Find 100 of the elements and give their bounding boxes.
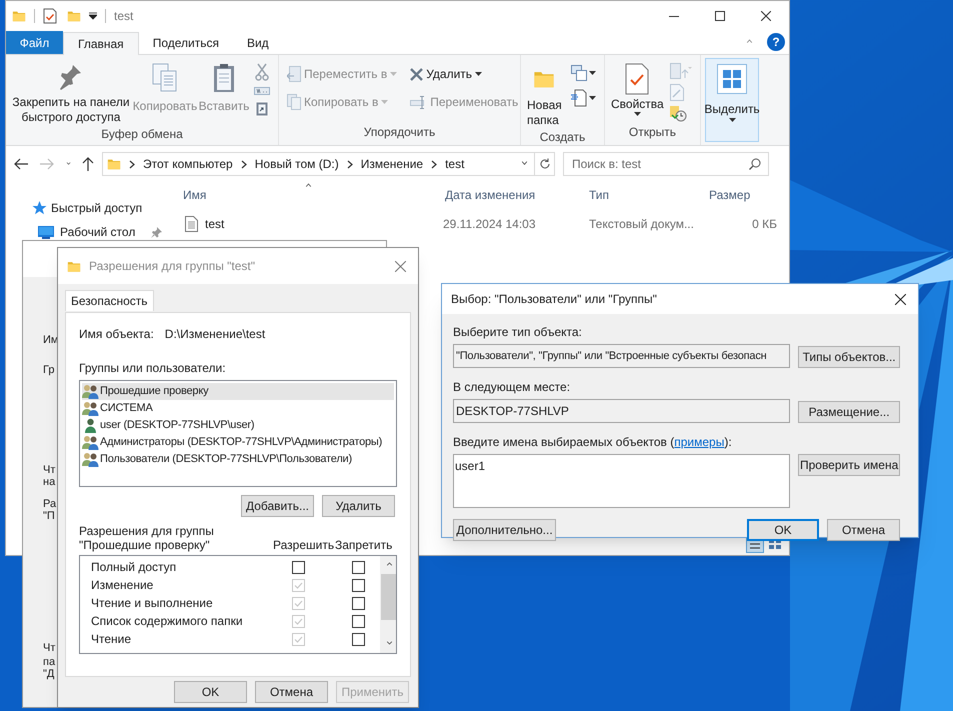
permissions-label: Разрешения для группы xyxy=(79,524,215,538)
search-field[interactable]: Поиск в: test xyxy=(563,152,769,176)
checkbox[interactable] xyxy=(352,596,364,610)
file-row[interactable]: test 29.11.2024 14:03 Текстовый докум... 0 КБ xyxy=(176,213,789,235)
history-icon[interactable] xyxy=(670,106,687,122)
select-button[interactable]: Выделить xyxy=(705,58,759,142)
easy-access-icon[interactable] xyxy=(571,89,587,107)
collapse-ribbon-icon xyxy=(744,39,753,45)
field-label: Выберите тип объекта: xyxy=(453,324,583,341)
label: "Д xyxy=(43,668,54,681)
cancel-button[interactable]: Отмена xyxy=(827,519,900,541)
permission-name: Изменение xyxy=(90,577,154,594)
new-folder-button[interactable]: Новая папка xyxy=(527,63,567,128)
list-item[interactable]: Пользователи (DESKTOP-77SHLVP\Пользователи) xyxy=(82,451,394,468)
principals-list[interactable]: Прошедшие проверку СИСТЕМА user (DESKTOP-77SHLVP\user) Администраторы (DESKTOP-77SHLVP\Администраторы) Пользователи (DESKTOP-77SHLVP\Пользователи) xyxy=(79,380,397,487)
checkbox[interactable] xyxy=(352,614,364,628)
list-label: Группы или пользователи: xyxy=(79,360,227,377)
paste-shortcut-icon[interactable] xyxy=(256,101,268,116)
dialog-title: Выбор: "Пользователи" или "Группы" xyxy=(451,291,657,308)
breadcrumb[interactable]: test xyxy=(445,155,464,173)
field-label: В следующем месте: xyxy=(453,379,572,396)
breadcrumb[interactable]: Этот компьютер xyxy=(143,155,233,173)
column-header[interactable]: Дата изменения xyxy=(438,180,582,210)
breadcrumb[interactable]: Изменение xyxy=(360,155,424,173)
column-header[interactable]: Тип xyxy=(582,180,702,210)
back-icon[interactable] xyxy=(14,158,28,170)
object-names-field[interactable]: user1 xyxy=(453,454,790,508)
list-item[interactable]: user (DESKTOP-77SHLVP\user) xyxy=(82,417,394,434)
advanced-button[interactable]: Дополнительно... xyxy=(453,519,556,541)
column-header[interactable]: Имя xyxy=(176,180,438,210)
checkbox[interactable] xyxy=(352,560,364,574)
new-item-icon[interactable] xyxy=(571,65,587,81)
up-icon[interactable] xyxy=(82,157,94,171)
caret-icon xyxy=(634,112,641,116)
nav-item[interactable]: Быстрый доступ xyxy=(32,200,142,216)
file-menu-button[interactable]: Файл xyxy=(6,31,63,54)
checkbox[interactable] xyxy=(352,632,364,646)
breadcrumb[interactable]: Новый том (D:) xyxy=(254,155,339,173)
ribbon-tab[interactable]: Главная xyxy=(63,32,139,55)
ribbon-tab[interactable]: Поделиться xyxy=(138,31,233,54)
recent-locations-icon xyxy=(64,162,72,166)
clipboard-icon xyxy=(213,63,235,93)
location-field: DESKTOP-77SHLVP xyxy=(453,399,790,423)
object-types-button[interactable]: Типы объектов... xyxy=(798,346,900,368)
permission-name: Список содержимого папки xyxy=(90,613,244,630)
pin-button[interactable]: Закрепить на панели быстрого доступа xyxy=(10,63,132,125)
list-item[interactable]: Прошедшие проверку xyxy=(82,383,394,400)
move-icon xyxy=(287,66,301,82)
nav-item[interactable]: Рабочий стол xyxy=(32,224,162,240)
text-file-icon xyxy=(185,216,198,232)
list-item[interactable]: СИСТЕМА xyxy=(82,400,394,417)
ribbon-tab[interactable]: Вид xyxy=(232,31,283,54)
dialog-button[interactable]: Отмена xyxy=(255,681,328,703)
dropdown-icon xyxy=(519,161,528,167)
examples-link[interactable]: примеры xyxy=(674,435,724,449)
locations-button[interactable]: Размещение... xyxy=(798,401,900,423)
add-button[interactable]: Добавить... xyxy=(241,495,314,517)
properties-icon[interactable] xyxy=(43,8,57,24)
help-button[interactable]: ? xyxy=(767,33,785,51)
caret-icon xyxy=(589,71,596,75)
dialog-button[interactable]: OK xyxy=(174,681,247,703)
label: па xyxy=(43,656,56,669)
copy-path-icon[interactable] xyxy=(254,87,270,95)
label: "П xyxy=(43,510,55,523)
label: Ра xyxy=(43,498,56,511)
check-names-button[interactable]: Проверить имена xyxy=(798,454,900,476)
copy-icon xyxy=(152,63,178,93)
delete-button[interactable]: Удалить xyxy=(407,63,522,85)
copy-to-icon xyxy=(287,94,301,110)
close-icon xyxy=(894,294,906,304)
list-item[interactable]: Администраторы (DESKTOP-77SHLVP\Администраторы) xyxy=(82,434,394,451)
maximize-icon xyxy=(715,11,725,21)
checkbox[interactable] xyxy=(292,560,304,574)
checkbox[interactable] xyxy=(352,578,364,592)
field-label: Введите имена выбираемых объектов (примеры): xyxy=(453,434,733,451)
caret-icon xyxy=(475,72,482,76)
chevron-right-icon xyxy=(346,160,353,168)
scrollbar[interactable] xyxy=(380,556,396,653)
security-tab[interactable]: Безопасность xyxy=(65,290,154,311)
remove-button[interactable]: Удалить xyxy=(322,495,395,517)
permission-name: Чтение xyxy=(90,631,132,648)
users-icon xyxy=(82,435,99,450)
chevron-right-icon xyxy=(431,160,438,168)
group-label: Открыть xyxy=(628,124,678,141)
refresh-icon[interactable] xyxy=(538,158,550,170)
ok-button[interactable]: OK xyxy=(747,519,819,541)
properties-button[interactable]: Свойства xyxy=(611,63,664,123)
close-icon xyxy=(394,260,406,272)
dropdown-icon[interactable] xyxy=(89,12,97,20)
label: Гр xyxy=(43,364,54,377)
pin-icon xyxy=(59,63,83,91)
address-bar[interactable]: Этот компьютер Новый том (D:) Изменение test xyxy=(102,152,555,176)
star-icon xyxy=(32,200,47,216)
label: на xyxy=(43,476,56,489)
dialog-title: Разрешения для группы "test" xyxy=(89,258,256,275)
field-label: Имя объекта: xyxy=(79,326,154,343)
file-date: 29.11.2024 14:03 xyxy=(442,216,537,233)
chevron-right-icon xyxy=(129,160,135,168)
column-header[interactable]: Размер xyxy=(702,180,782,210)
group-label: Буфер обмена xyxy=(100,126,184,143)
